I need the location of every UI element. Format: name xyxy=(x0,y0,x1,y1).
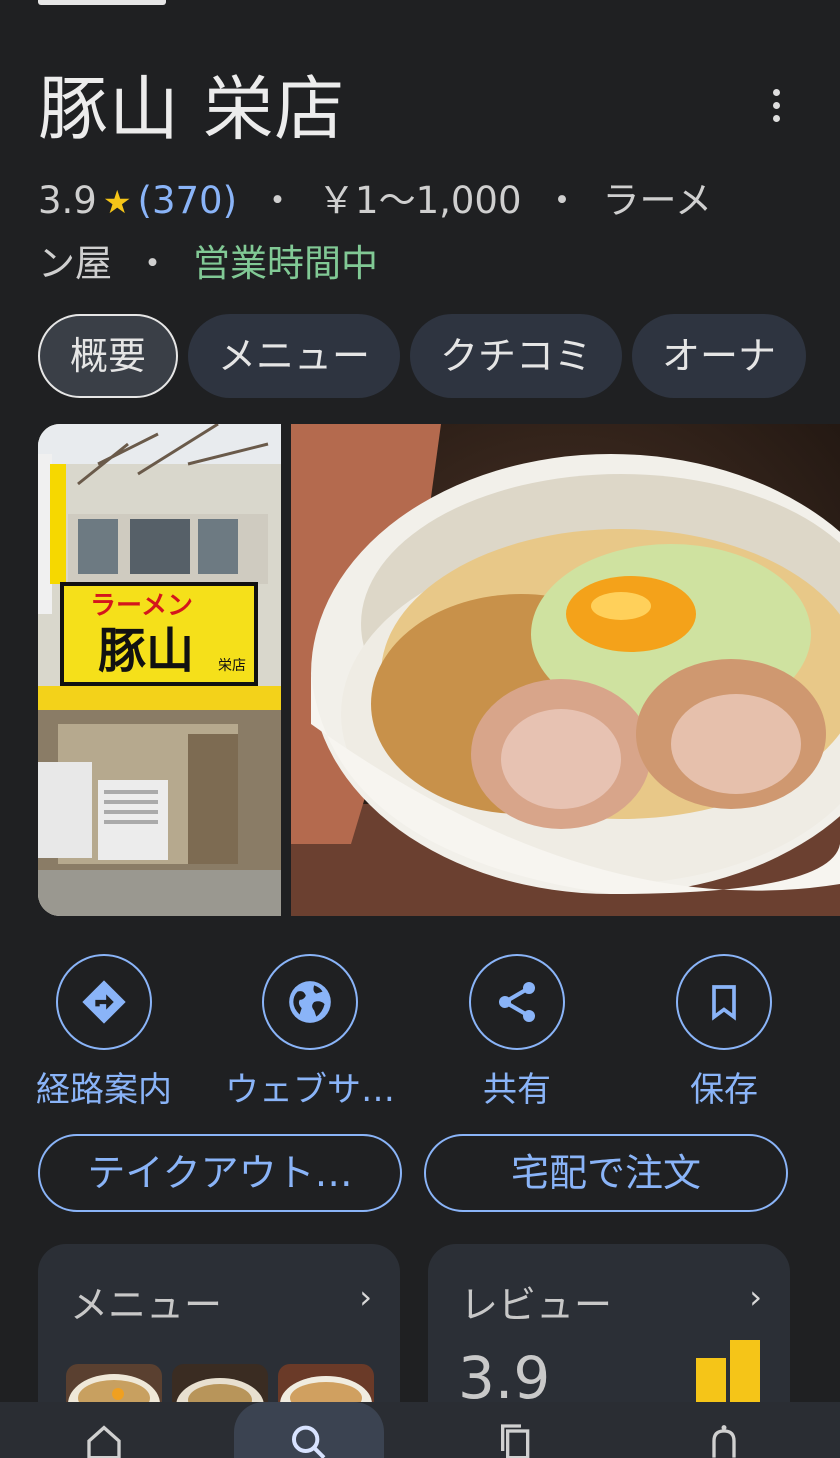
menu-card-title: メニュー xyxy=(70,1283,223,1327)
website-button[interactable]: ウェブサ… xyxy=(210,954,410,1111)
nav-saved[interactable] xyxy=(456,1402,576,1458)
globe-icon xyxy=(262,954,358,1050)
bookmark-icon xyxy=(676,954,772,1050)
share-icon xyxy=(469,954,565,1050)
bottom-nav xyxy=(0,1402,840,1458)
sheet-handle[interactable] xyxy=(38,0,166,5)
bell-icon xyxy=(712,1425,736,1458)
review-card-title: レビュー xyxy=(460,1283,613,1327)
category-part-1: ラーメ xyxy=(602,179,713,222)
separator-dot: ・ xyxy=(543,179,581,222)
storefront-photo[interactable]: ラーメン 豚山 栄店 xyxy=(38,424,281,916)
chevron-right-icon: › xyxy=(359,1278,372,1316)
tab-owner[interactable]: オーナ xyxy=(632,314,807,398)
price-range: ￥1〜1,000 xyxy=(318,179,522,222)
ramen-illustration xyxy=(291,424,840,916)
more-options-icon[interactable] xyxy=(756,80,796,130)
sign-text-main: 豚山 xyxy=(98,623,194,679)
directions-icon xyxy=(56,954,152,1050)
storefront-illustration: ラーメン 豚山 栄店 xyxy=(38,424,281,916)
sign-text-sub: 栄店 xyxy=(218,658,246,674)
takeout-button[interactable]: テイクアウト… xyxy=(38,1134,402,1212)
delivery-button[interactable]: 宅配で注文 xyxy=(424,1134,788,1212)
separator-dot: ・ xyxy=(259,179,297,222)
copy-icon xyxy=(501,1424,530,1458)
ramen-photo[interactable] xyxy=(291,424,840,916)
rating-value: 3.9 xyxy=(38,179,97,222)
sign-text-top: ラーメン xyxy=(90,591,193,621)
place-meta: 3.9 ★ (370) ・ ￥1〜1,000 ・ラーメ ン屋・営業時間中 xyxy=(38,170,798,295)
tab-overview[interactable]: 概要 xyxy=(38,314,179,398)
share-button[interactable]: 共有 xyxy=(417,954,617,1111)
directions-button[interactable]: 経路案内 xyxy=(4,954,204,1111)
rating-bar xyxy=(730,1340,760,1410)
nav-notifications[interactable] xyxy=(664,1402,784,1458)
tab-bar: 概要 メニュー クチコミ オーナ xyxy=(38,314,840,400)
website-label: ウェブサ… xyxy=(225,1070,395,1110)
place-title: 豚山 栄店 xyxy=(38,68,346,150)
rating-bars xyxy=(696,1340,760,1410)
separator-dot: ・ xyxy=(134,242,171,285)
home-icon xyxy=(87,1425,121,1458)
tab-menu[interactable]: メニュー xyxy=(188,314,401,398)
review-count-link[interactable]: (370) xyxy=(138,179,238,222)
nav-explore[interactable] xyxy=(44,1402,164,1458)
action-row: 経路案内 ウェブサ… 共有 保存 xyxy=(0,954,840,1114)
save-label: 保存 xyxy=(690,1070,758,1110)
nav-search[interactable] xyxy=(234,1402,384,1458)
save-button[interactable]: 保存 xyxy=(624,954,824,1111)
chevron-right-icon: › xyxy=(749,1278,762,1316)
share-label: 共有 xyxy=(483,1070,551,1110)
open-status: 営業時間中 xyxy=(193,242,378,285)
place-header: 豚山 栄店 xyxy=(38,66,802,152)
search-icon xyxy=(292,1425,326,1458)
category-part-2: ン屋 xyxy=(38,242,112,285)
directions-label: 経路案内 xyxy=(36,1070,172,1110)
tab-reviews[interactable]: クチコミ xyxy=(410,314,623,398)
star-icon: ★ xyxy=(102,183,132,221)
